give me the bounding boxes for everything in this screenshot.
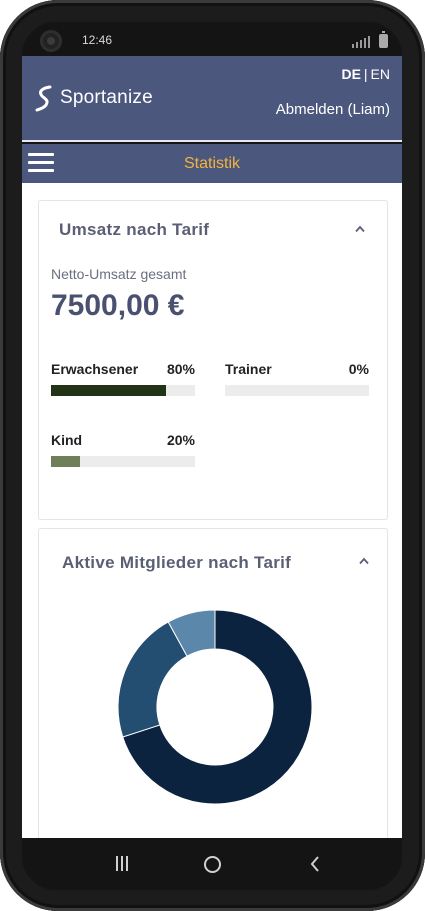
lang-en[interactable]: EN: [371, 66, 390, 82]
page-title: Statistik: [183, 155, 240, 172]
front-camera: [40, 30, 62, 52]
donut-slice-1[interactable]: [117, 621, 188, 738]
collapse-chevron-up-icon[interactable]: [355, 225, 365, 235]
tariff-progress-fill: [51, 385, 167, 396]
home-icon[interactable]: [204, 856, 221, 873]
tariff-progress-bar: [225, 385, 369, 396]
status-time: 12:46: [82, 33, 113, 47]
tariff-progress-bar: [51, 456, 195, 467]
app-header: Sportanize DE | EN Abmelden (Liam): [22, 56, 402, 142]
back-icon[interactable]: [308, 855, 322, 873]
battery-icon: [379, 31, 388, 48]
tariff-percent: 0%: [348, 361, 369, 377]
members-donut-chart[interactable]: [117, 609, 313, 805]
collapse-chevron-up-icon[interactable]: [359, 557, 369, 567]
members-card-title: Aktive Mitglieder nach Tarif: [62, 553, 292, 572]
tariff-percent: 20%: [166, 432, 195, 448]
language-switcher: DE | EN: [341, 66, 390, 82]
status-bar: 12:46: [22, 22, 402, 56]
recent-apps-icon[interactable]: [116, 856, 128, 871]
logo-text: Sportanize: [60, 87, 153, 108]
donut-svg: [117, 609, 313, 805]
revenue-card-title: Umsatz nach Tarif: [59, 220, 210, 239]
revenue-by-tariff-card: Umsatz nach Tarif Netto-Umsatz gesamt 75…: [38, 200, 388, 520]
signal-icon: [352, 36, 370, 48]
active-members-card: Aktive Mitglieder nach Tarif: [38, 528, 388, 838]
lang-separator: |: [363, 66, 368, 82]
sportanize-logo[interactable]: Sportanize: [34, 84, 153, 112]
screen: 12:46 Sportanize DE | EN Abmelden (Liam) S…: [22, 22, 402, 890]
tariff-name: Trainer: [225, 361, 272, 377]
system-navigation-bar: [22, 838, 402, 890]
tariff-name: Erwachsener: [51, 361, 139, 377]
net-revenue-value: 7500,00 €: [51, 289, 185, 322]
phone-frame: 12:46 Sportanize DE | EN Abmelden (Liam) S…: [0, 0, 425, 911]
nav-bar: Statistik: [22, 144, 402, 183]
main-content: Umsatz nach Tarif Netto-Umsatz gesamt 75…: [22, 183, 402, 838]
tariff-name: Kind: [51, 432, 83, 448]
lang-de[interactable]: DE: [341, 66, 360, 82]
tariff-progress-fill: [51, 456, 80, 467]
logo-mark-icon: [35, 85, 52, 112]
net-revenue-label: Netto-Umsatz gesamt: [51, 266, 187, 282]
tariff-percent: 80%: [166, 361, 195, 377]
tariff-progress-bar: [51, 385, 195, 396]
logout-link[interactable]: Abmelden (Liam): [276, 101, 390, 118]
